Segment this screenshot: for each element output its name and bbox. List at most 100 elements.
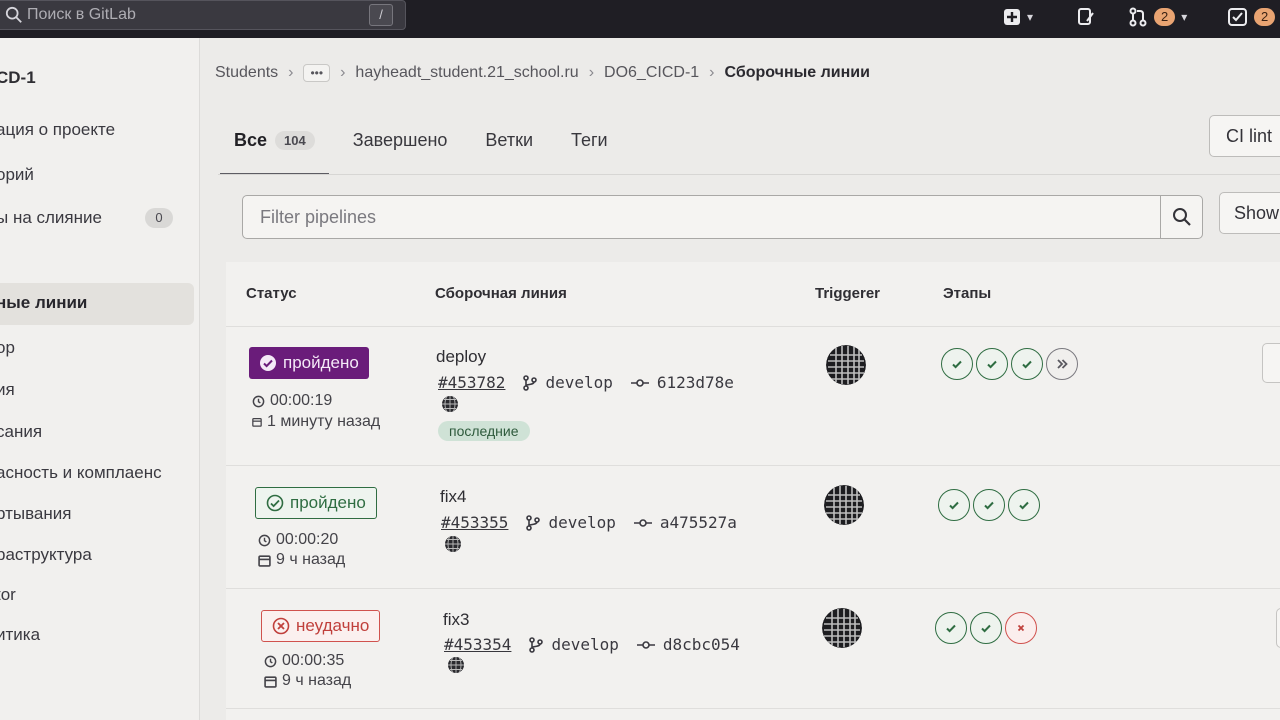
sidebar-item-editor[interactable]: ор [0,338,15,358]
status-badge[interactable]: пройдено [249,347,369,379]
stage-success-icon[interactable] [976,348,1008,380]
tab-finished[interactable]: Завершено [339,125,462,175]
pipeline-duration: 00:00:19 [252,392,332,410]
breadcrumb-project[interactable]: DO6_CICD-1 [604,64,699,82]
merge-requests-button[interactable]: 2 ▾ [1128,0,1187,34]
search-placeholder: Поиск в GitLab [27,6,136,23]
breadcrumb-group[interactable]: Students [215,64,278,82]
row-divider [226,588,1280,589]
breadcrumb: Students › ••• › hayheadt_student.21_sch… [215,64,870,82]
issues-button[interactable] [1077,0,1095,34]
global-search-input[interactable]: Поиск в GitLab / [0,0,406,30]
pipeline-id-link[interactable]: #453354 [444,635,511,654]
row-actions-button[interactable] [1262,343,1280,383]
pipeline-name[interactable]: fix4 [440,487,466,507]
stage-skipped-icon[interactable] [1046,348,1078,380]
finished-text: 9 ч назад [276,551,346,568]
chevron-down-icon: ▾ [1181,10,1188,24]
pipeline-name[interactable]: deploy [436,347,486,367]
commit-icon [636,640,655,649]
duration-text: 00:00:19 [270,392,333,409]
search-icon [5,6,22,23]
stage-success-icon[interactable] [941,348,973,380]
sidebar-item-project-info[interactable]: ация о проекте [0,120,115,140]
pipeline-name[interactable]: fix3 [443,610,469,630]
commit-sha-link[interactable]: a475527a [660,513,737,532]
status-label: пройдено [290,493,366,512]
create-new-menu[interactable]: ▾ [1003,0,1033,34]
issues-icon [1078,8,1094,25]
sidebar-item-pipelines[interactable]: ные линии [0,283,194,325]
row-actions-button[interactable] [1276,608,1280,648]
commit-sha-link[interactable]: d8cbc054 [663,635,740,654]
project-title[interactable]: CD-1 [0,68,36,88]
sidebar-item-repository[interactable]: орий [0,165,34,185]
plus-square-icon [1004,9,1020,25]
todos-button[interactable]: 2 [1228,0,1276,34]
branch-icon [523,374,538,391]
pipeline-finished-at: 9 ч назад [264,672,351,690]
sidebar-item-schedules[interactable]: сания [0,422,42,442]
status-label: пройдено [283,353,359,372]
status-passed-icon [259,354,277,372]
breadcrumb-more-button[interactable]: ••• [303,64,331,82]
sidebar-item-deployments[interactable]: ртывания [0,504,71,524]
tab-label: Все [234,130,268,150]
calendar-icon [258,554,271,567]
sidebar-item-infrastructure[interactable]: раструктура [0,545,92,565]
sidebar-item-jobs[interactable]: ия [0,380,15,400]
table-header-divider [226,326,1280,327]
status-badge[interactable]: неудачно [261,610,381,642]
globe-icon [442,396,458,412]
pipeline-stages [935,612,1037,644]
pipeline-id-link[interactable]: #453355 [441,513,508,532]
duration-text: 00:00:35 [282,652,345,669]
sidebar-item-analytics[interactable]: итика [0,625,40,645]
stage-success-icon[interactable] [1008,489,1040,521]
commit-icon [633,518,652,527]
triggerer-avatar[interactable] [826,345,866,385]
branch-icon [529,636,544,653]
sidebar-item-merge-requests[interactable]: ы на слияние [0,208,102,228]
stage-success-icon[interactable] [935,612,967,644]
show-pipeline-button[interactable]: Show [1219,192,1280,234]
commit-sha-link[interactable]: 6123d78e [657,373,734,392]
stage-success-icon[interactable] [1011,348,1043,380]
sidebar-item-security-compliance[interactable]: асность и комплаенс [0,463,162,483]
breadcrumb-user[interactable]: hayheadt_student.21_school.ru [355,64,578,82]
column-header-status: Статус [246,285,297,302]
status-label: неудачно [296,616,370,635]
triggerer-avatar[interactable] [824,485,864,525]
tabs-divider [218,174,1280,175]
globe-icon [448,657,464,673]
stage-success-icon[interactable] [973,489,1005,521]
pipeline-duration: 00:00:20 [258,531,338,549]
branch-name-link[interactable]: develop [545,373,612,392]
stage-success-icon[interactable] [938,489,970,521]
finished-text: 9 ч назад [282,672,352,689]
branch-name-link[interactable]: develop [551,635,618,654]
chevron-right-icon: › [340,64,346,81]
branch-icon [526,514,541,531]
pipeline-id-link[interactable]: #453782 [438,373,505,392]
stage-failed-icon[interactable] [1005,612,1037,644]
stage-success-icon[interactable] [970,612,1002,644]
search-shortcut-key: / [369,4,393,26]
tab-all[interactable]: Все 104 [220,125,329,175]
filter-search-button[interactable] [1160,196,1202,238]
triggerer-avatar[interactable] [822,608,862,648]
row-divider [226,708,1280,709]
pipeline-finished-at: 1 минуту назад [252,413,380,431]
calendar-icon [252,418,262,427]
tab-tags[interactable]: Теги [557,125,622,175]
sidebar-item-label: ные линии [0,293,88,312]
branch-name-link[interactable]: develop [548,513,615,532]
ci-lint-button[interactable]: CI lint [1209,115,1280,157]
sidebar-item-monitor[interactable]: tor [0,585,16,605]
pipeline-stages [941,348,1078,380]
column-header-pipeline: Сборочная линия [435,285,567,302]
filter-pipelines-input[interactable] [243,196,1161,238]
tab-branches[interactable]: Ветки [471,125,547,175]
pipeline-duration: 00:00:35 [264,652,344,670]
status-badge[interactable]: пройдено [255,487,377,519]
